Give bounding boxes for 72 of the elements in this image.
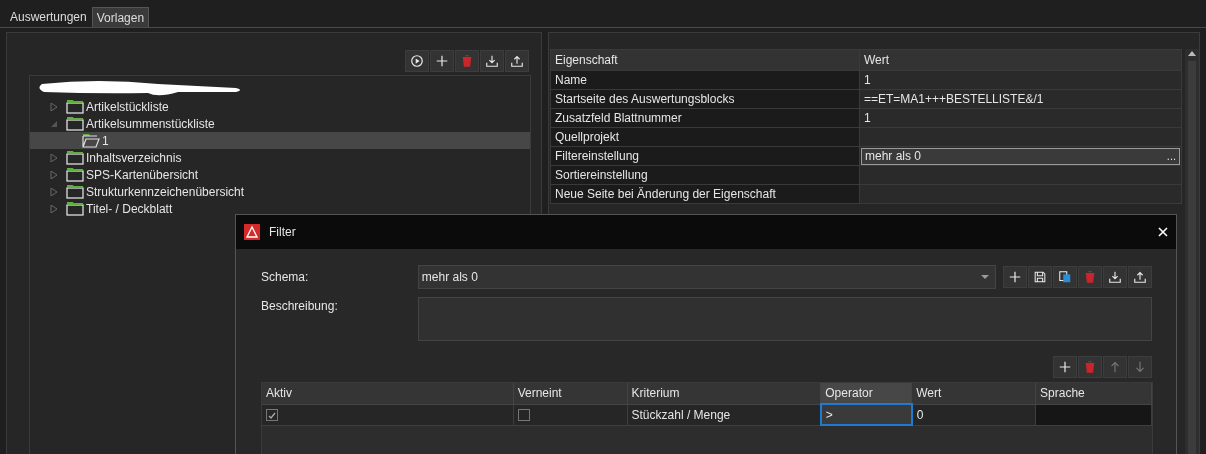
trash-button[interactable] [1078, 356, 1102, 378]
column-header: Wert [859, 49, 1182, 71]
column-header: Eigenschaft [550, 49, 860, 71]
column-header[interactable]: Kriterium [627, 383, 821, 404]
trash-icon [1083, 360, 1097, 374]
folder-icon [66, 150, 84, 165]
close-icon[interactable] [1158, 227, 1168, 237]
plus-icon [435, 54, 449, 68]
upload-icon [1133, 270, 1147, 284]
field-label: Schema: [261, 270, 310, 284]
checkbox[interactable] [266, 409, 278, 422]
tree-item-label: 1 [102, 133, 109, 148]
trash-icon [460, 54, 474, 68]
tab[interactable]: Auswertungen [6, 7, 91, 27]
plus-button[interactable] [1053, 356, 1077, 378]
tab[interactable]: Vorlagen [91, 7, 150, 27]
column-header[interactable]: Wert [911, 383, 1036, 404]
column-header[interactable]: Aktiv [262, 383, 514, 404]
upload-button[interactable] [1128, 266, 1152, 288]
tree-item[interactable]: Titel- / Deckblatt [30, 200, 530, 217]
plus-button[interactable] [1003, 266, 1027, 288]
plus-icon [1008, 270, 1022, 284]
arrow-up-icon [1108, 360, 1122, 374]
download-icon [1108, 270, 1122, 284]
dialog-title: Filter [269, 225, 296, 239]
copy-button[interactable] [1053, 266, 1077, 288]
trash-icon [1083, 270, 1097, 284]
tree-item-label: Titel- / Deckblatt [86, 201, 173, 216]
folder-icon [66, 184, 84, 199]
upload-button[interactable] [505, 50, 529, 72]
tree-item-label: Inhaltsverzeichnis [86, 150, 182, 165]
folder-icon [66, 116, 84, 131]
tree-item[interactable]: 1 [30, 132, 530, 149]
tree-item[interactable]: Strukturkennzeichenübersicht [30, 183, 530, 200]
scroll-up-arrow-icon[interactable] [1187, 49, 1197, 57]
field-label: Beschreibung: [261, 298, 339, 315]
browse-button[interactable]: ... [1166, 150, 1176, 162]
folder-icon [66, 99, 84, 114]
checkbox[interactable] [517, 409, 530, 422]
tree-item[interactable]: Artikelsummenstückliste [30, 115, 530, 132]
scrollbar[interactable] [1185, 49, 1199, 454]
play-circle-button[interactable] [405, 50, 429, 72]
column-header[interactable]: Sprache [1035, 383, 1152, 404]
filter-field[interactable]: mehr als 0 ... [861, 147, 1180, 165]
plus-icon [1058, 360, 1072, 374]
tree-item[interactable]: SPS-Kartenübersicht [30, 166, 530, 183]
column-header[interactable]: Verneint [513, 383, 627, 404]
tree-item-label: Artikelsummenstückliste [86, 116, 215, 131]
folder-icon [66, 167, 84, 182]
upload-icon [510, 54, 524, 68]
warning-app-icon [244, 224, 260, 240]
expanded-triangle-icon[interactable] [50, 119, 58, 128]
play-circle-icon [410, 54, 424, 68]
folder-icon [66, 201, 84, 216]
floppy-disk-button[interactable] [1028, 266, 1052, 288]
collapsed-triangle-icon[interactable] [50, 102, 58, 111]
tree-item[interactable]: Artikelstückliste [30, 98, 530, 115]
plus-button[interactable] [430, 50, 454, 72]
download-button[interactable] [480, 50, 504, 72]
folder-icon [82, 133, 100, 148]
tree-item-label: Strukturkennzeichenübersicht [86, 184, 245, 199]
description-field[interactable] [418, 297, 1152, 341]
copy-icon [1058, 270, 1072, 284]
download-icon [485, 54, 499, 68]
download-button[interactable] [1103, 266, 1127, 288]
schema-dropdown[interactable]: mehr als 0 [417, 265, 996, 289]
dropdown-caret-icon [981, 275, 989, 279]
tree-item-label: Artikelstückliste [86, 99, 169, 114]
tree-item[interactable]: Inhaltsverzeichnis [30, 149, 530, 166]
operator-field[interactable]: > [820, 404, 912, 425]
tree-item-label: SPS-Kartenübersicht [86, 167, 199, 182]
arrow-down-icon [1133, 360, 1147, 374]
